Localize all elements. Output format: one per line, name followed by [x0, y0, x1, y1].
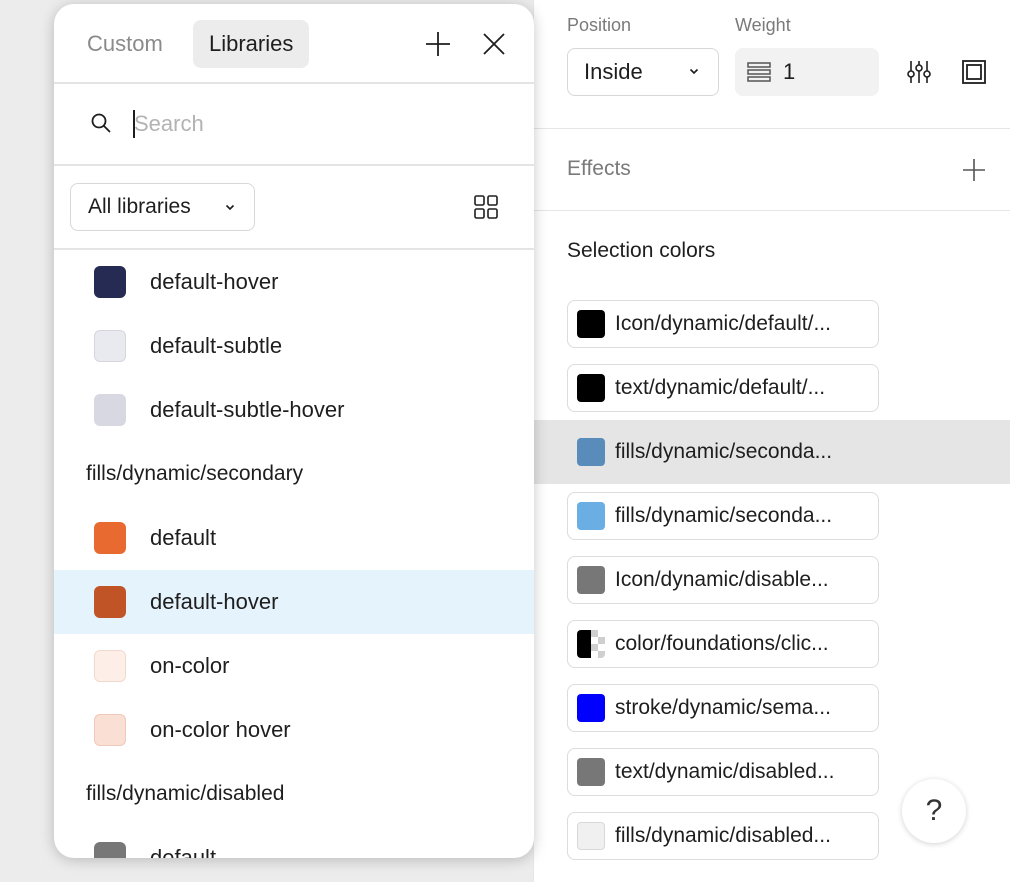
stroke-weight-field[interactable]: 1 — [735, 48, 879, 96]
position-label: Position — [567, 15, 632, 35]
help-button[interactable]: ? — [902, 779, 966, 843]
stroke-weight-icon — [747, 62, 771, 82]
stroke-settings-button[interactable] — [901, 54, 937, 90]
color-style-item[interactable]: on-color hover — [54, 698, 534, 762]
close-button[interactable] — [476, 26, 512, 62]
color-style-name: default-subtle-hover — [150, 397, 345, 422]
color-style-item[interactable]: default-hover — [54, 570, 534, 634]
color-swatch — [94, 522, 126, 554]
chevron-down-icon — [225, 204, 235, 211]
color-style-list: default-hover default-subtle default-sub… — [54, 250, 534, 858]
group-heading: fills/dynamic/secondary — [86, 462, 304, 485]
stroke-position-value: Inside — [584, 59, 643, 84]
color-swatch — [94, 714, 126, 746]
selection-color-item[interactable]: fills/dynamic/disabled... — [567, 812, 879, 860]
color-style-name: default — [150, 845, 217, 858]
color-swatch — [94, 650, 126, 682]
divider — [534, 128, 1010, 129]
selection-color-label: fills/dynamic/seconda... — [615, 504, 833, 527]
color-swatch — [94, 842, 126, 858]
selection-color-label: Icon/dynamic/disable... — [615, 568, 829, 591]
plus-icon — [426, 32, 450, 56]
grid-icon — [474, 195, 498, 219]
tab-libraries[interactable]: Libraries — [193, 20, 310, 68]
color-style-name: default-hover — [150, 269, 279, 294]
divider — [54, 82, 534, 84]
color-swatch[interactable] — [577, 502, 605, 530]
color-styles-popover: Custom Libraries All libraries default-h… — [54, 4, 534, 858]
color-style-item[interactable]: default-subtle — [54, 314, 534, 378]
stroke-sides-button[interactable] — [956, 54, 992, 90]
color-swatch — [94, 330, 126, 362]
help-icon: ? — [925, 794, 943, 827]
selection-color-label: fills/dynamic/seconda... — [615, 440, 833, 463]
selection-color-item[interactable]: Icon/dynamic/default/... — [567, 300, 879, 348]
grid-view-button[interactable] — [468, 189, 504, 225]
weight-label: Weight — [735, 15, 791, 35]
selection-color-label: color/foundations/clic... — [615, 632, 829, 655]
text-cursor — [133, 110, 135, 138]
color-style-item[interactable]: default-subtle-hover — [54, 378, 534, 442]
properties-panel: Position Weight Inside 1 Effects Selecti… — [533, 0, 1010, 882]
chevron-down-icon — [689, 68, 699, 75]
color-style-name: default — [150, 525, 217, 550]
divider — [54, 164, 534, 166]
stroke-position-select[interactable]: Inside — [567, 48, 719, 96]
add-style-button[interactable] — [420, 26, 456, 62]
add-effect-button[interactable] — [956, 152, 992, 188]
color-swatch[interactable] — [577, 374, 605, 402]
selection-color-item[interactable]: color/foundations/clic... — [567, 620, 879, 668]
selection-colors-title: Selection colors — [567, 239, 716, 262]
search-icon — [91, 113, 111, 133]
color-swatch[interactable] — [577, 438, 605, 466]
color-style-item[interactable]: on-color — [54, 634, 534, 698]
color-swatch[interactable] — [577, 758, 605, 786]
color-swatch — [94, 266, 126, 298]
selection-color-label: text/dynamic/disabled... — [615, 760, 835, 783]
color-swatch[interactable] — [577, 822, 605, 850]
selection-color-label: Icon/dynamic/default/... — [615, 312, 831, 335]
search-input[interactable] — [134, 105, 494, 143]
color-style-name: default-hover — [150, 589, 279, 614]
close-icon — [483, 33, 505, 55]
group-heading: fills/dynamic/disabled — [86, 782, 285, 805]
library-filter-value: All libraries — [88, 195, 191, 218]
selection-color-item[interactable]: text/dynamic/default/... — [567, 364, 879, 412]
selection-color-item[interactable]: stroke/dynamic/sema... — [567, 684, 879, 732]
effects-title: Effects — [567, 157, 631, 180]
color-swatch — [94, 586, 126, 618]
color-swatch — [94, 394, 126, 426]
selection-color-item[interactable]: fills/dynamic/seconda... — [567, 492, 879, 540]
color-style-item[interactable]: default — [54, 506, 534, 570]
selection-color-item[interactable]: fills/dynamic/seconda... — [567, 428, 879, 476]
color-style-item[interactable]: default-hover — [54, 250, 534, 314]
divider — [534, 210, 1010, 211]
selection-color-item[interactable]: Icon/dynamic/disable... — [567, 556, 879, 604]
frame-border-icon — [962, 60, 986, 84]
sliders-icon — [907, 61, 931, 83]
stroke-weight-value: 1 — [783, 59, 796, 84]
selection-color-label: stroke/dynamic/sema... — [615, 696, 831, 719]
library-filter-select[interactable]: All libraries — [70, 183, 255, 231]
color-style-item[interactable]: default — [54, 826, 534, 858]
selection-color-item[interactable]: text/dynamic/disabled... — [567, 748, 879, 796]
color-swatch[interactable] — [577, 566, 605, 594]
selection-color-label: text/dynamic/default/... — [615, 376, 826, 399]
color-style-name: on-color hover — [150, 717, 291, 742]
color-style-name: default-subtle — [150, 333, 283, 358]
color-swatch[interactable] — [577, 630, 605, 658]
selection-color-label: fills/dynamic/disabled... — [615, 824, 831, 847]
plus-icon — [963, 159, 985, 181]
color-swatch[interactable] — [577, 310, 605, 338]
color-style-name: on-color — [150, 653, 230, 678]
tab-custom[interactable]: Custom — [71, 20, 179, 68]
color-swatch[interactable] — [577, 694, 605, 722]
